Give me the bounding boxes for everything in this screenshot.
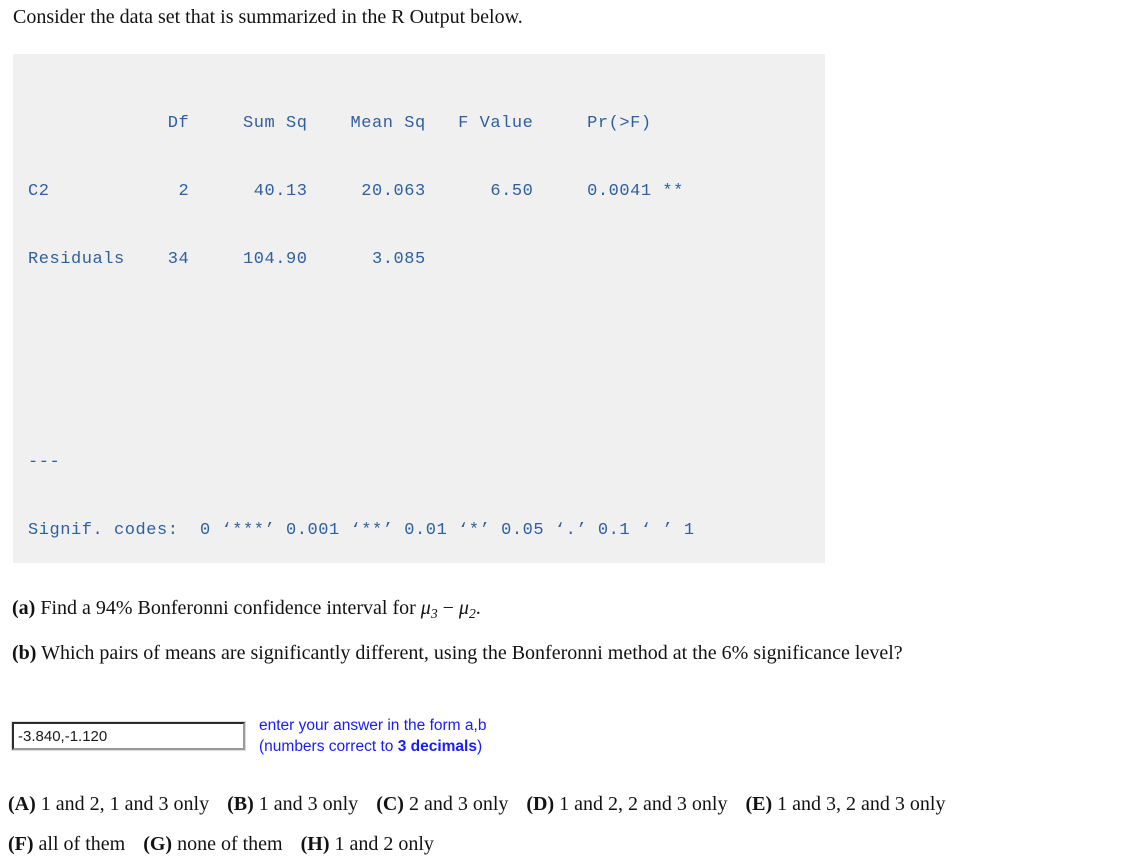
option-c-label: (C) — [376, 793, 404, 815]
option-g-text: none of them — [177, 833, 283, 855]
part-a-text: Find a 94% Bonferonni confidence interva… — [40, 597, 421, 619]
option-c[interactable]: (C) 2 and 3 only — [376, 791, 508, 817]
option-c-text: 2 and 3 only — [408, 793, 509, 815]
option-h-text: 1 and 2 only — [334, 833, 434, 855]
option-h[interactable]: (H) 1 and 2 only — [301, 831, 434, 857]
option-a-text: 1 and 2, 1 and 3 only — [40, 793, 210, 815]
option-b-text: 1 and 3 only — [258, 793, 359, 815]
anova-row-c2: C2 2 40.13 20.063 6.50 0.0041 ** — [28, 181, 684, 201]
mu-3-glyph: μ — [420, 597, 431, 619]
option-e-label: (E) — [745, 793, 773, 815]
question-part-a: (a) Find a 94% Bonferonni confidence int… — [12, 595, 481, 621]
option-h-label: (H) — [300, 833, 330, 855]
signif-separator: --- — [28, 453, 61, 473]
part-b-tag: (b) — [12, 642, 37, 664]
answer-format-hint: enter your answer in the form a,b (numbe… — [259, 715, 486, 757]
page-title: Consider the data set that is summarized… — [13, 6, 523, 28]
question-part-b: (b) Which pairs of means are significant… — [12, 640, 903, 666]
part-b-text: Which pairs of means are significantly d… — [41, 642, 903, 664]
option-d-label: (D) — [526, 793, 555, 815]
minus-sign: − — [437, 597, 459, 619]
option-d[interactable]: (D) 1 and 2, 2 and 3 only — [526, 791, 727, 817]
mu-3-symbol: μ3 — [420, 597, 438, 621]
hint-line-2-prefix: (numbers correct to — [259, 738, 398, 755]
options-row-2: (F) all of them (G) none of them (H) 1 and… — [8, 831, 434, 857]
anova-table-header: Df Sum Sq Mean Sq F Value Pr(>F) — [28, 114, 652, 134]
option-e-text: 1 and 3, 2 and 3 only — [777, 793, 946, 815]
option-f[interactable]: (F) all of them — [8, 831, 125, 857]
mu-3-subscript: 3 — [430, 605, 438, 621]
hint-line-2-suffix: ) — [476, 738, 483, 755]
signif-codes-line: Signif. codes: 0 ‘***’ 0.001 ‘**’ 0.01 ‘… — [28, 520, 695, 540]
part-a-tag: (a) — [12, 597, 36, 619]
mu-2-subscript: 2 — [468, 605, 476, 621]
option-g-label: (G) — [143, 833, 173, 855]
answer-input[interactable] — [11, 721, 246, 751]
option-f-label: (F) — [8, 833, 34, 855]
part-a-period: . — [475, 597, 481, 619]
hint-line-1: enter your answer in the form a,b — [259, 717, 487, 734]
option-b-label: (B) — [227, 793, 254, 815]
option-d-text: 1 and 2, 2 and 3 only — [559, 793, 728, 815]
option-g[interactable]: (G) none of them — [143, 831, 282, 857]
option-f-text: all of them — [38, 833, 126, 855]
option-b[interactable]: (B) 1 and 3 only — [227, 791, 358, 817]
r-output-block: Df Sum Sq Mean Sq F Value Pr(>F) C2 2 40… — [13, 54, 825, 563]
option-e[interactable]: (E) 1 and 3, 2 and 3 only — [745, 791, 945, 817]
hint-decimals-emphasis: 3 decimals — [397, 738, 477, 755]
option-a-label: (A) — [8, 793, 36, 815]
options-row-1: (A) 1 and 2, 1 and 3 only (B) 1 and 3 onl… — [8, 791, 945, 817]
mu-2-glyph: μ — [458, 597, 469, 619]
anova-row-residuals: Residuals 34 104.90 3.085 — [28, 249, 426, 269]
option-a[interactable]: (A) 1 and 2, 1 and 3 only — [8, 791, 209, 817]
mu-2-symbol: μ2 — [458, 597, 476, 621]
